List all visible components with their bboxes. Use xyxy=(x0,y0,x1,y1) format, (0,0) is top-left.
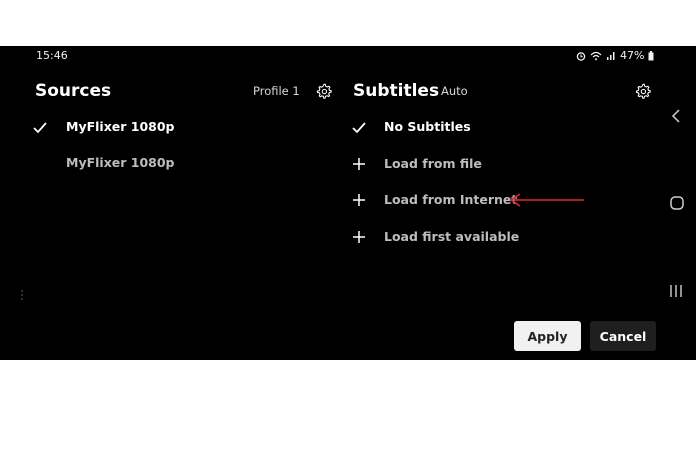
subtitle-option-load-first-available[interactable]: Load first available xyxy=(384,229,519,244)
check-icon xyxy=(351,120,367,136)
alarm-icon xyxy=(576,51,586,61)
wifi-icon xyxy=(590,51,602,60)
subtitles-mode[interactable]: Auto xyxy=(441,84,468,98)
signal-icon xyxy=(607,51,615,60)
drag-handle-icon xyxy=(21,290,23,300)
battery-percent: 47% xyxy=(620,49,645,62)
plus-icon xyxy=(351,156,367,172)
profile-selector[interactable]: Profile 1 xyxy=(253,84,300,98)
status-time: 15:46 xyxy=(36,49,68,62)
check-icon xyxy=(32,120,48,136)
subtitle-option-no-subtitles[interactable]: No Subtitles xyxy=(384,119,471,134)
player-settings-screen: 15:46 47% Sources Profile 1 MyFlixer 108… xyxy=(0,46,696,360)
annotation-arrow-icon xyxy=(509,193,584,207)
subtitle-option-load-from-internet[interactable]: Load from Internet xyxy=(384,192,517,207)
subtitles-title: Subtitles xyxy=(353,81,440,101)
sources-settings-gear-icon[interactable] xyxy=(315,82,333,100)
source-item[interactable]: MyFlixer 1080p xyxy=(66,155,175,170)
source-item-selected[interactable]: MyFlixer 1080p xyxy=(66,119,175,134)
plus-icon xyxy=(351,192,367,208)
sources-title: Sources xyxy=(35,81,112,101)
apply-button[interactable]: Apply xyxy=(514,321,581,351)
back-nav-icon[interactable] xyxy=(671,109,681,123)
subtitles-settings-gear-icon[interactable] xyxy=(634,82,652,100)
home-nav-icon[interactable] xyxy=(669,195,685,211)
recents-nav-icon[interactable] xyxy=(669,284,683,298)
subtitle-option-load-from-file[interactable]: Load from file xyxy=(384,156,482,171)
cancel-button[interactable]: Cancel xyxy=(590,321,656,351)
battery-icon xyxy=(648,50,654,60)
plus-icon xyxy=(351,229,367,245)
status-icons: 47% xyxy=(576,49,654,62)
